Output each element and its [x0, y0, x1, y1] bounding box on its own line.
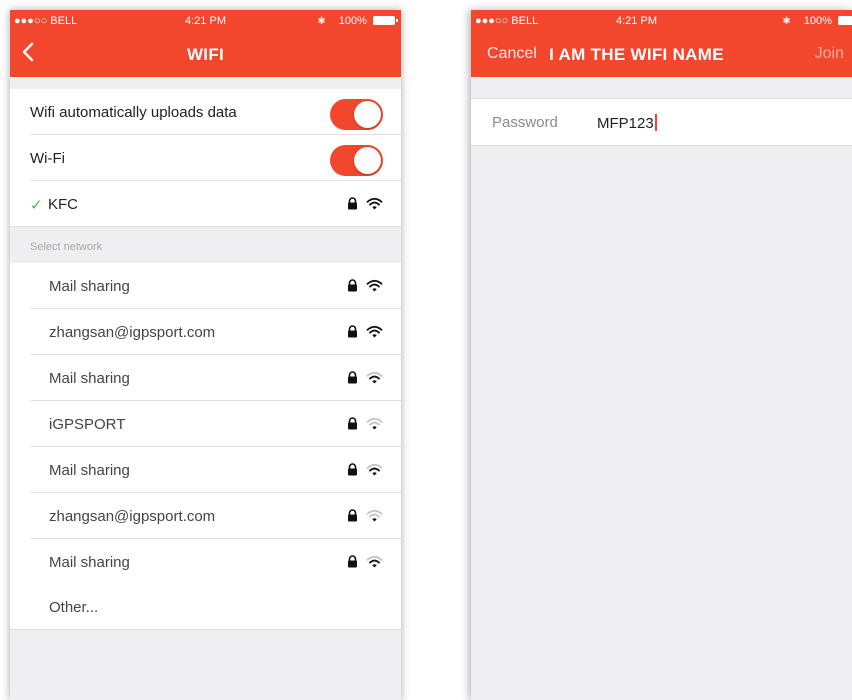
- network-row[interactable]: Mail sharing: [10, 355, 401, 401]
- network-row[interactable]: zhangsan@igpsport.com: [10, 493, 401, 539]
- network-row[interactable]: Mail sharing: [10, 263, 401, 309]
- status-bar: ●●●○○ BELL 4:21 PM ✱ 100%: [471, 10, 852, 32]
- lock-icon: [348, 279, 357, 292]
- header: ●●●○○ BELL 4:21 PM ✱ 100% WIFI: [10, 10, 401, 77]
- network-name: zhangsan@igpsport.com: [49, 324, 216, 341]
- wifi-signal-icon: [366, 279, 383, 292]
- connected-network-row[interactable]: ✓ KFC: [10, 181, 401, 227]
- bluetooth-icon: ✱: [317, 16, 326, 27]
- wifi-row: Wi-Fi: [10, 135, 401, 181]
- wifi-signal-icon: [366, 197, 383, 210]
- password-row: Password MFP123: [471, 98, 852, 146]
- navbar: WIFI: [10, 32, 401, 77]
- checkmark-icon: ✓: [30, 197, 43, 214]
- network-icons: [347, 509, 383, 525]
- lock-icon: [348, 417, 357, 430]
- wifi-signal-icon: [366, 555, 383, 568]
- password-label: Password: [492, 114, 558, 131]
- lock-icon: [348, 371, 357, 384]
- battery-percent: 100%: [803, 15, 832, 27]
- lock-icon: [348, 509, 357, 522]
- wifi-toggle[interactable]: [330, 145, 383, 176]
- toggle-knob: [354, 147, 381, 174]
- network-name: Mail sharing: [49, 278, 130, 295]
- password-input[interactable]: MFP123: [597, 114, 657, 132]
- auto-upload-row: Wifi automatically uploads data: [10, 89, 401, 135]
- battery-status: ✱ 100%: [317, 15, 398, 27]
- bluetooth-icon: ✱: [782, 16, 791, 27]
- wifi-signal-icon: [366, 463, 383, 476]
- network-icons: [347, 325, 383, 341]
- network-icons: [347, 463, 383, 479]
- auto-upload-label: Wifi automatically uploads data: [30, 104, 237, 121]
- page-title: WIFI: [186, 45, 225, 64]
- text-cursor: [654, 114, 657, 131]
- lock-icon: [348, 325, 357, 338]
- network-row[interactable]: Mail sharing: [10, 447, 401, 493]
- connected-network-name: KFC: [48, 196, 78, 213]
- wifi-list-screen: ●●●○○ BELL 4:21 PM ✱ 100% WIFI Wifi auto…: [10, 10, 401, 700]
- toggle-knob: [354, 101, 381, 128]
- network-name: Mail sharing: [49, 370, 130, 387]
- lock-icon: [348, 197, 357, 210]
- network-name: zhangsan@igpsport.com: [49, 508, 216, 525]
- password-screen: ●●●○○ BELL 4:21 PM ✱ 100% Cancel I AM TH…: [471, 10, 852, 700]
- network-icons: [347, 371, 383, 387]
- section-header: Select network: [30, 241, 103, 253]
- other-label: Other...: [49, 599, 99, 616]
- wifi-signal-icon: [366, 417, 383, 430]
- wifi-label: Wi-Fi: [30, 150, 65, 167]
- network-name: iGPSPORT: [49, 416, 126, 433]
- page-title: I AM THE WIFI NAME: [549, 45, 724, 64]
- wifi-signal-icon: [366, 509, 383, 522]
- wifi-signal-icon: [366, 325, 383, 338]
- network-name: Mail sharing: [49, 554, 130, 571]
- battery-icon: [373, 16, 398, 25]
- lock-icon: [348, 555, 357, 568]
- navbar: Cancel I AM THE WIFI NAME Join: [471, 32, 852, 77]
- status-bar: ●●●○○ BELL 4:21 PM ✱ 100%: [10, 10, 401, 32]
- battery-icon: [838, 16, 852, 25]
- network-row[interactable]: Mail sharing: [10, 539, 401, 585]
- network-icons: [347, 197, 383, 213]
- join-button[interactable]: Join: [815, 45, 844, 63]
- network-icons: [347, 279, 383, 295]
- network-row[interactable]: iGPSPORT: [10, 401, 401, 447]
- network-row[interactable]: zhangsan@igpsport.com: [10, 309, 401, 355]
- lock-icon: [348, 463, 357, 476]
- other-network-row[interactable]: Other...: [10, 584, 401, 630]
- password-value: MFP123: [597, 115, 654, 132]
- battery-status: ✱ 100%: [782, 15, 852, 27]
- battery-percent: 100%: [338, 15, 367, 27]
- wifi-signal-icon: [366, 371, 383, 384]
- auto-upload-toggle[interactable]: [330, 99, 383, 130]
- header: ●●●○○ BELL 4:21 PM ✱ 100% Cancel I AM TH…: [471, 10, 852, 77]
- network-icons: [347, 417, 383, 433]
- network-icons: [347, 555, 383, 571]
- network-name: Mail sharing: [49, 462, 130, 479]
